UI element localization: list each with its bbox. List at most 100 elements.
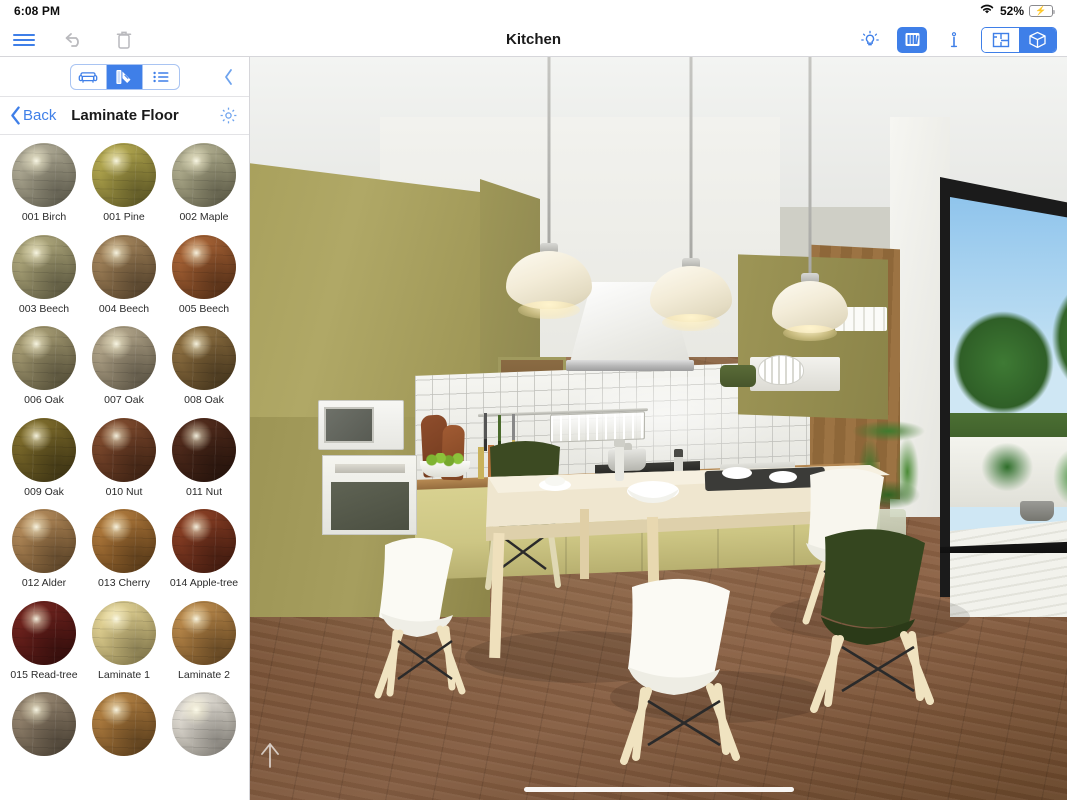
material-swatch[interactable]: 001 Birch <box>4 143 84 224</box>
floorplan-2d-icon[interactable] <box>982 27 1019 52</box>
material-sphere <box>172 143 236 207</box>
app-root: 6:08 PM 52% ⚡ Kitchen Back Laminate Floo… <box>0 0 1067 800</box>
battery-percent-label: 52% <box>999 4 1024 18</box>
toolbar-left-group <box>0 22 139 57</box>
materials-panel: Back Laminate Floor 001 Birch 001 Pine 002… <box>0 57 250 800</box>
material-sphere <box>12 509 76 574</box>
material-sphere <box>92 692 156 757</box>
material-sphere <box>172 692 236 757</box>
material-sphere <box>92 600 156 665</box>
material-swatch[interactable]: 008 Oak <box>164 326 244 407</box>
material-swatch[interactable]: 010 Nut <box>84 417 164 499</box>
status-bar-right: 52% ⚡ <box>979 2 1055 20</box>
view-mode-toggle[interactable] <box>981 26 1057 53</box>
material-sphere <box>12 143 76 207</box>
material-swatch[interactable]: 014 Apple-tree <box>164 509 244 590</box>
material-sphere <box>12 417 76 482</box>
material-swatch[interactable]: Laminate 2 <box>164 600 244 682</box>
chair-white-front-left <box>374 537 466 699</box>
material-label: 004 Beech <box>98 302 150 315</box>
material-swatch[interactable] <box>4 692 84 761</box>
chevron-left-icon <box>11 106 20 125</box>
color-palette-icon[interactable] <box>106 64 143 89</box>
material-sphere <box>92 509 156 574</box>
material-swatch[interactable]: 011 Nut <box>164 417 244 499</box>
material-sphere <box>92 143 156 207</box>
panel-mode-segmented-control[interactable] <box>69 63 180 90</box>
material-swatch[interactable]: 013 Cherry <box>84 509 164 590</box>
info-circle-icon[interactable] <box>941 27 967 53</box>
material-sphere <box>12 234 76 299</box>
pendant-lamp-3[interactable] <box>772 57 848 343</box>
material-swatch[interactable]: 003 Beech <box>4 234 84 316</box>
material-swatch[interactable] <box>84 692 164 761</box>
material-label: 001 Pine <box>103 211 145 223</box>
books-library-icon[interactable] <box>897 26 927 53</box>
wifi-icon <box>979 2 995 20</box>
material-label: 011 Nut <box>186 485 222 498</box>
material-label: Laminate 1 <box>98 668 150 681</box>
top-toolbar: Kitchen <box>0 22 1067 57</box>
material-label: 007 Oak <box>104 394 144 407</box>
back-button[interactable]: Back <box>10 106 56 125</box>
material-label: 010 Nut <box>105 485 143 498</box>
material-sphere <box>172 600 236 665</box>
status-bar: 6:08 PM 52% ⚡ <box>0 0 1067 22</box>
material-label: 005 Beech <box>178 302 230 315</box>
panel-header: Back Laminate Floor <box>0 97 249 135</box>
material-label: 015 Read-tree <box>10 668 78 681</box>
home-indicator-bar <box>523 787 794 792</box>
material-label: 002 Maple <box>179 211 229 223</box>
back-button-label: Back <box>23 107 57 124</box>
material-sphere <box>172 326 236 391</box>
material-sphere <box>92 326 156 391</box>
gear-icon[interactable] <box>217 105 239 127</box>
material-swatch[interactable] <box>164 692 244 761</box>
armchair-icon[interactable] <box>71 64 107 89</box>
material-label: 003 Beech <box>18 302 70 315</box>
material-label: 013 Cherry <box>98 577 150 590</box>
material-sphere <box>12 326 76 391</box>
material-sphere <box>172 509 236 574</box>
pendant-lamp-2[interactable] <box>650 57 732 331</box>
material-sphere <box>12 692 76 757</box>
material-label: 012 Alder <box>21 577 67 590</box>
material-label: 006 Oak <box>24 394 64 407</box>
material-sphere <box>172 234 236 299</box>
material-swatch[interactable]: 004 Beech <box>84 234 164 316</box>
bullet-list-icon[interactable] <box>143 65 179 89</box>
material-sphere <box>12 600 76 665</box>
material-swatch[interactable]: 006 Oak <box>4 326 84 407</box>
cube-3d-icon[interactable] <box>1019 27 1056 52</box>
toolbar-right-group <box>857 22 1057 57</box>
material-label: 009 Oak <box>24 485 64 498</box>
material-sphere <box>92 417 156 482</box>
material-swatch[interactable]: 012 Alder <box>4 509 84 590</box>
material-swatch[interactable]: 005 Beech <box>164 234 244 316</box>
trash-can-icon[interactable] <box>109 25 139 55</box>
material-sphere <box>92 234 156 299</box>
chair-white-front-center <box>620 578 740 765</box>
panel-mode-bar <box>0 57 249 97</box>
material-swatch[interactable]: Laminate 1 <box>84 600 164 682</box>
reset-view-up-arrow-icon[interactable] <box>258 740 282 770</box>
material-label: 001 Birch <box>21 211 67 223</box>
material-swatch[interactable]: 015 Read-tree <box>4 600 84 682</box>
status-bar-time: 6:08 PM <box>14 4 61 18</box>
hamburger-menu-icon[interactable] <box>9 25 39 55</box>
material-label: Laminate 2 <box>178 668 230 681</box>
material-label: 008 Oak <box>184 394 224 407</box>
material-swatch[interactable]: 002 Maple <box>164 143 244 224</box>
material-swatch[interactable]: 007 Oak <box>84 326 164 407</box>
scene-viewport-3d[interactable] <box>250 57 1067 800</box>
undo-arrow-icon[interactable] <box>59 25 89 55</box>
material-swatch[interactable]: 009 Oak <box>4 417 84 499</box>
material-label: 014 Apple-tree <box>169 577 239 590</box>
material-sphere <box>172 417 236 482</box>
material-swatch[interactable]: 001 Pine <box>84 143 164 224</box>
battery-charging-icon: ⚡ <box>1029 5 1055 17</box>
collapse-panel-chevron-left-icon[interactable] <box>217 64 239 90</box>
material-grid[interactable]: 001 Birch 001 Pine 002 Maple 003 Beech 004 B… <box>0 135 250 800</box>
lightbulb-icon[interactable] <box>857 27 883 53</box>
pendant-lamp-1[interactable] <box>506 57 592 319</box>
